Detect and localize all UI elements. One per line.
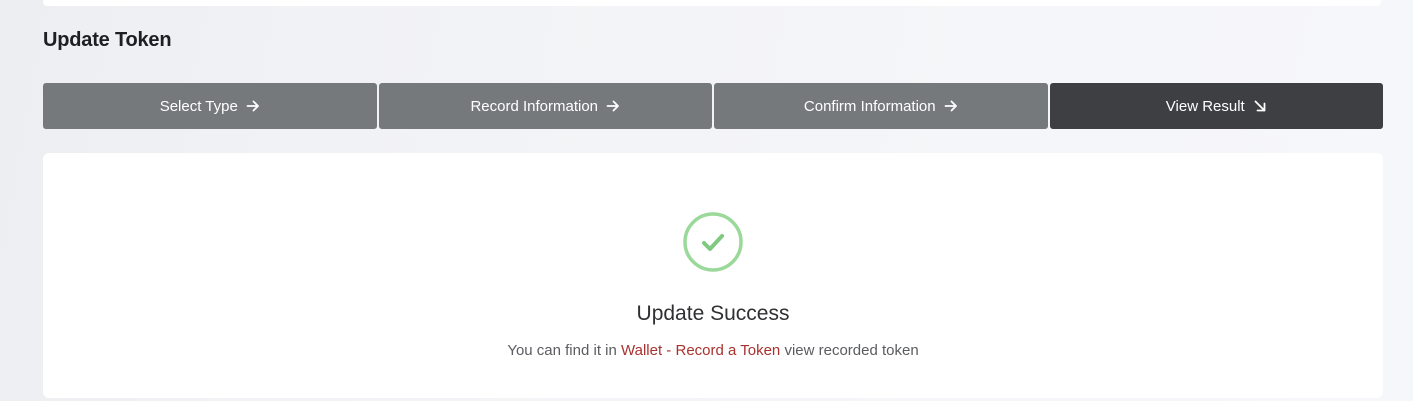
step-select-type[interactable]: Select Type <box>43 83 377 129</box>
step-label: View Result <box>1165 97 1245 115</box>
arrow-down-right-icon <box>1254 100 1266 112</box>
page-title: Update Token <box>43 29 172 51</box>
success-description: You can find it in Wallet - Record a Tok… <box>43 342 1383 359</box>
check-circle-icon <box>683 212 743 272</box>
step-label: Confirm Information <box>803 97 936 115</box>
step-record-information[interactable]: Record Information <box>378 83 712 129</box>
arrow-right-icon <box>246 100 259 112</box>
steps-bar: Select Type Record Information Confirm I… <box>43 83 1383 129</box>
arrow-right-icon <box>944 100 957 112</box>
success-title: Update Success <box>636 302 790 325</box>
link-separator: - <box>662 342 676 359</box>
result-card: Update Success You can find it in Wallet… <box>43 153 1383 398</box>
step-label: Record Information <box>470 97 599 115</box>
record-token-link[interactable]: Record a Token <box>675 342 780 359</box>
desc-prefix: You can find it in <box>507 342 622 359</box>
wallet-link[interactable]: Wallet <box>621 342 662 359</box>
desc-suffix: view recorded token <box>780 342 919 359</box>
arrow-right-icon <box>606 100 619 112</box>
step-confirm-information[interactable]: Confirm Information <box>714 83 1048 129</box>
step-view-result[interactable]: View Result <box>1049 83 1383 129</box>
step-label: Select Type <box>159 97 238 115</box>
top-card <box>43 0 1381 6</box>
